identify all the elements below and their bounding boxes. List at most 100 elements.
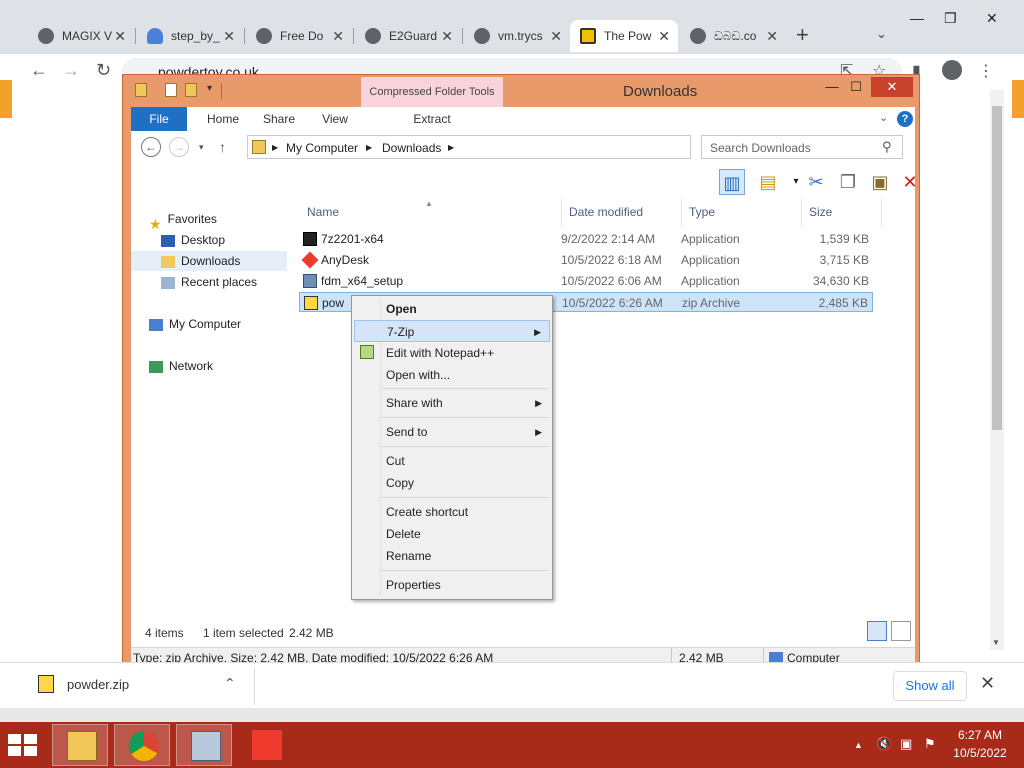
scrollbar-thumb[interactable] <box>992 106 1002 430</box>
cut-icon[interactable]: ✂ <box>803 169 829 195</box>
taskbar-anydesk[interactable] <box>238 724 294 766</box>
expand-ribbon-icon[interactable]: ⌄ <box>879 111 888 124</box>
back-arrow-icon[interactable]: ← <box>141 137 161 157</box>
column-header-date[interactable]: Date modified <box>569 205 643 219</box>
column-divider[interactable] <box>681 199 682 227</box>
menu-item-copy[interactable]: Copy <box>354 472 550 494</box>
column-header-name[interactable]: Name <box>307 205 339 219</box>
menu-item-create-shortcut[interactable]: Create shortcut <box>354 501 550 523</box>
maximize-icon[interactable]: ☐ <box>847 77 865 97</box>
customize-qat-icon[interactable]: ▾ <box>207 83 212 94</box>
browser-tab-free-download[interactable]: Free Do ✕ <box>246 20 352 52</box>
chevron-right-icon[interactable]: ▶ <box>272 143 278 152</box>
close-icon[interactable]: ✕ <box>658 28 670 45</box>
windows-start-icon[interactable] <box>8 734 38 756</box>
up-arrow-icon[interactable]: ↑ <box>219 139 226 155</box>
chevron-up-icon[interactable]: ⌃ <box>224 675 236 692</box>
close-icon[interactable]: ✕ <box>114 28 126 45</box>
details-view-icon[interactable] <box>867 621 887 641</box>
close-icon[interactable]: ✕ <box>986 10 998 27</box>
browser-tab-step-by[interactable]: step_by_ ✕ <box>137 20 243 52</box>
menu-item-delete[interactable]: Delete <box>354 523 550 545</box>
menu-item-open-with[interactable]: Open with... <box>354 364 550 386</box>
show-all-button[interactable]: Show all <box>893 671 967 701</box>
taskbar-network-tool[interactable] <box>176 724 232 766</box>
close-icon[interactable]: ✕ <box>766 28 778 45</box>
menu-item-open[interactable]: Open <box>354 298 550 320</box>
browser-tab-magix[interactable]: MAGIX V ✕ <box>28 20 134 52</box>
preview-pane-icon[interactable]: ▥ <box>719 169 745 195</box>
browser-tab-e2guardian[interactable]: E2Guard ✕ <box>355 20 461 52</box>
close-icon[interactable]: ✕ <box>441 28 453 45</box>
download-item-name[interactable]: powder.zip <box>67 677 129 692</box>
folder-icon[interactable] <box>135 83 147 97</box>
properties-icon[interactable] <box>165 83 177 97</box>
menu-item-cut[interactable]: Cut <box>354 450 550 472</box>
action-center-icon[interactable]: ⚑ <box>924 736 936 752</box>
new-tab-icon[interactable]: + <box>796 22 809 48</box>
menu-kebab-icon[interactable]: ⋮ <box>978 61 994 81</box>
close-icon[interactable]: ✕ <box>550 28 562 45</box>
browser-tab-sinhala-site[interactable]: ඩබඩ.co ✕ <box>680 20 786 52</box>
forward-arrow-icon[interactable]: → <box>169 137 189 157</box>
tray-overflow-icon[interactable]: ▲ <box>854 740 863 750</box>
menu-item-7zip[interactable]: 7-Zip ▶ <box>354 320 550 342</box>
volume-muted-icon[interactable]: 🔇 <box>876 736 892 752</box>
minimize-icon[interactable]: — <box>823 77 841 97</box>
copy-icon[interactable]: ❐ <box>835 169 861 195</box>
nav-network[interactable]: Network <box>149 356 213 376</box>
menu-item-properties[interactable]: Properties <box>354 574 550 596</box>
network-status-icon[interactable]: ▣ <box>900 736 912 752</box>
browser-tab-powder-toy[interactable]: The Pow ✕ <box>570 20 678 52</box>
menu-item-share-with[interactable]: Share with ▶ <box>354 392 550 414</box>
back-arrow-icon[interactable]: ← <box>30 60 48 81</box>
column-divider[interactable] <box>881 199 882 227</box>
restore-icon[interactable]: ❐ <box>944 10 957 27</box>
taskbar-chrome[interactable] <box>114 724 170 766</box>
close-icon[interactable]: ✕ <box>871 77 913 97</box>
nav-recent-places[interactable]: Recent places <box>161 272 257 292</box>
search-input[interactable]: Search Downloads ⚲ <box>701 135 903 159</box>
menu-item-send-to[interactable]: Send to ▶ <box>354 421 550 443</box>
system-clock[interactable]: 6:27 AM 10/5/2022 <box>948 726 1012 762</box>
chevron-right-icon[interactable]: ▶ <box>366 143 372 152</box>
delete-icon[interactable]: ✕ <box>897 169 923 195</box>
tab-home[interactable]: Home <box>197 107 249 131</box>
tab-view[interactable]: View <box>309 107 361 131</box>
menu-item-rename[interactable]: Rename <box>354 545 550 567</box>
chevron-right-icon[interactable]: ▶ <box>448 143 454 152</box>
file-row-7z2201[interactable]: 7z2201-x64 9/2/2022 2:14 AM Application … <box>299 229 873 249</box>
breadcrumb[interactable]: ▶ My Computer ▶ Downloads ▶ ⌄ ↻ <box>247 135 799 159</box>
breadcrumb-my-computer[interactable]: My Computer <box>286 141 358 155</box>
close-icon[interactable]: ✕ <box>223 28 235 45</box>
scroll-down-arrow-icon[interactable]: ▼ <box>992 638 1000 647</box>
nav-my-computer[interactable]: My Computer <box>149 314 241 334</box>
column-header-type[interactable]: Type <box>689 205 715 219</box>
help-icon[interactable]: ? <box>897 111 913 127</box>
menu-item-edit-notepad[interactable]: Edit with Notepad++ <box>354 342 550 364</box>
reload-icon[interactable]: ↻ <box>96 60 111 81</box>
recent-locations-icon[interactable]: ▾ <box>199 142 204 153</box>
chevron-down-icon[interactable]: ⌄ <box>876 26 887 42</box>
column-header-size[interactable]: Size <box>809 205 832 219</box>
properties-folder-icon[interactable]: ▤ <box>755 169 781 195</box>
paste-icon[interactable]: ▣ <box>867 169 893 195</box>
column-divider[interactable] <box>801 199 802 227</box>
new-folder-icon[interactable] <box>185 83 197 97</box>
tab-extract[interactable]: Extract <box>361 107 503 131</box>
browser-tab-vm-trycs[interactable]: vm.trycs ✕ <box>464 20 570 52</box>
nav-desktop[interactable]: Desktop <box>161 230 225 250</box>
tab-share[interactable]: Share <box>253 107 305 131</box>
breadcrumb-downloads[interactable]: Downloads <box>382 141 441 155</box>
nav-downloads[interactable]: Downloads <box>131 251 287 271</box>
profile-avatar-icon[interactable] <box>942 60 962 80</box>
column-divider[interactable] <box>561 199 562 227</box>
file-row-fdm-setup[interactable]: fdm_x64_setup 10/5/2022 6:06 AM Applicat… <box>299 271 873 291</box>
page-scrollbar[interactable]: ▼ <box>990 90 1004 650</box>
file-row-anydesk[interactable]: AnyDesk 10/5/2022 6:18 AM Application 3,… <box>299 250 873 270</box>
large-icons-view-icon[interactable] <box>891 621 911 641</box>
taskbar-file-explorer[interactable] <box>52 724 108 766</box>
close-icon[interactable]: ✕ <box>980 673 995 694</box>
tab-file[interactable]: File <box>131 107 187 131</box>
minimize-icon[interactable]: — <box>910 10 924 26</box>
